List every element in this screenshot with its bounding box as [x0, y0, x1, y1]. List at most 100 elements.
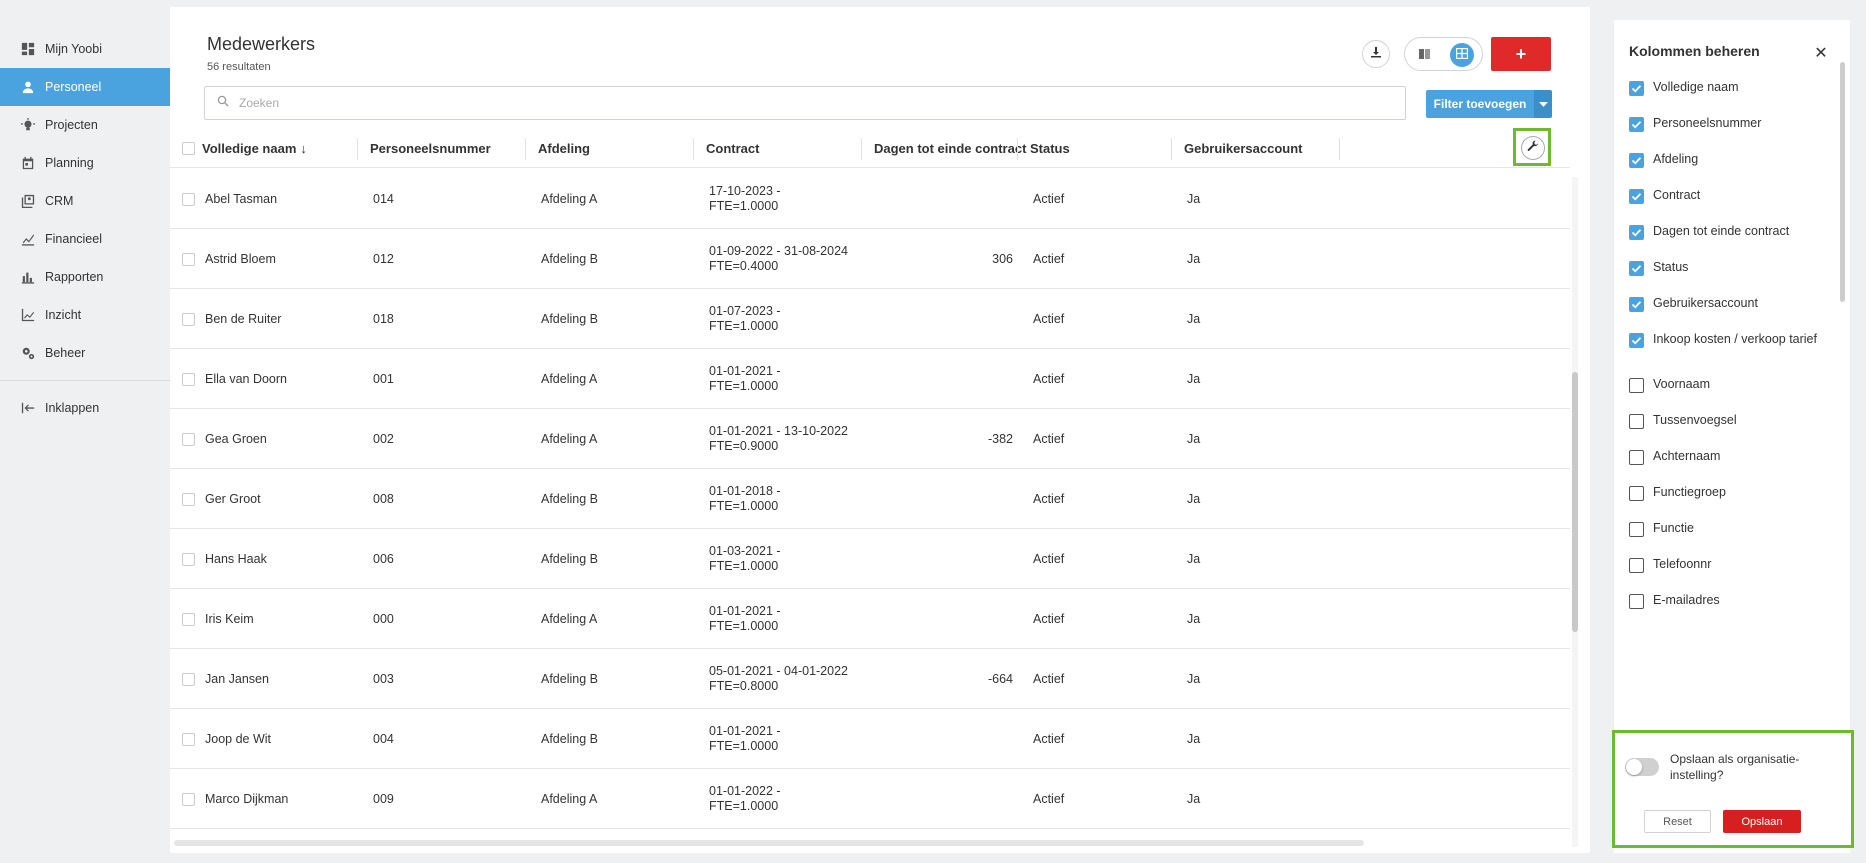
add-filter-button[interactable]: Filter toevoegen: [1426, 90, 1534, 118]
row-checkbox[interactable]: [182, 229, 195, 289]
checkbox-checked-icon[interactable]: [1629, 189, 1644, 204]
table-row[interactable]: Jan Jansen 003 Afdeling B 05-01-2021 - 04-0…: [170, 649, 1570, 709]
column-header-contract[interactable]: Contract: [706, 128, 759, 168]
split-view-button[interactable]: [1413, 44, 1435, 66]
sidebar-item-beheer[interactable]: Beheer: [0, 334, 170, 372]
download-icon: [1370, 45, 1382, 63]
search-input[interactable]: [239, 96, 1339, 110]
sidebar-item-inzicht[interactable]: Inzicht: [0, 296, 170, 334]
column-divider[interactable]: [1339, 138, 1340, 160]
row-checkbox[interactable]: [182, 349, 195, 409]
column-option[interactable]: Gebruikersaccount: [1629, 296, 1829, 332]
table-row[interactable]: Ger Groot 008 Afdeling B 01-01-2018 - FTE=1.…: [170, 469, 1570, 529]
row-checkbox[interactable]: [182, 289, 195, 349]
horizontal-scrollbar[interactable]: [174, 840, 1364, 846]
column-option[interactable]: Volledige naam: [1629, 80, 1829, 116]
sidebar-item-planning[interactable]: Planning: [0, 144, 170, 182]
checkbox-unchecked-icon[interactable]: [1629, 486, 1644, 501]
column-header-user-account[interactable]: Gebruikersaccount: [1184, 128, 1303, 168]
vertical-scrollbar[interactable]: [1572, 177, 1578, 847]
column-option[interactable]: Afdeling: [1629, 152, 1829, 188]
table-row[interactable]: Ella van Doorn 001 Afdeling A 01-01-2021 -F…: [170, 349, 1570, 409]
select-all-checkbox[interactable]: [182, 128, 195, 168]
checkbox-unchecked-icon[interactable]: [1629, 414, 1644, 429]
table-row[interactable]: Abel Tasman 014 Afdeling A 17-10-2023 - FTE=…: [170, 169, 1570, 229]
cell-number: 006: [373, 552, 394, 566]
row-checkbox[interactable]: [182, 649, 195, 709]
column-option[interactable]: Telefoonnr: [1629, 557, 1829, 593]
calendar-icon: [20, 155, 36, 171]
column-divider[interactable]: [861, 138, 862, 160]
column-divider[interactable]: [1017, 138, 1018, 160]
checkbox-unchecked-icon[interactable]: [1629, 450, 1644, 465]
row-checkbox[interactable]: [182, 169, 195, 229]
checkbox-checked-icon[interactable]: [1629, 333, 1644, 348]
column-option[interactable]: E-mailadres: [1629, 593, 1829, 629]
sidebar-item-personeel[interactable]: Personeel: [0, 68, 170, 106]
column-divider[interactable]: [525, 138, 526, 160]
column-option[interactable]: Status: [1629, 260, 1829, 296]
table-row[interactable]: Astrid Bloem 012 Afdeling B 01-09-2022 - 31…: [170, 229, 1570, 289]
column-header-number[interactable]: Personeelsnummer: [370, 128, 491, 168]
checkbox-checked-icon[interactable]: [1629, 81, 1644, 96]
column-option[interactable]: Contract: [1629, 188, 1829, 224]
column-option[interactable]: Voornaam: [1629, 377, 1829, 413]
column-header-department[interactable]: Afdeling: [538, 128, 590, 168]
table-row[interactable]: Ben de Ruiter 018 Afdeling B 01-07-2023 - FT…: [170, 289, 1570, 349]
checkbox-unchecked-icon[interactable]: [1629, 522, 1644, 537]
column-header-name[interactable]: Volledige naam ↓: [202, 128, 307, 168]
line-chart-icon: [20, 307, 36, 323]
sidebar-item-crm[interactable]: CRM: [0, 182, 170, 220]
reset-button[interactable]: Reset: [1644, 810, 1711, 833]
column-option-label: Inkoop kosten / verkoop tarief: [1653, 332, 1817, 346]
row-checkbox[interactable]: [182, 469, 195, 529]
sidebar-item-mijn-yoobi[interactable]: Mijn Yoobi: [0, 30, 170, 68]
table-row[interactable]: Gea Groen 002 Afdeling A 01-01-2021 - 13-10…: [170, 409, 1570, 469]
row-checkbox[interactable]: [182, 529, 195, 589]
checkbox-unchecked-icon[interactable]: [1629, 558, 1644, 573]
table-row[interactable]: Marco Dijkman 009 Afdeling A 01-01-2022 - FT…: [170, 769, 1570, 829]
org-setting-toggle[interactable]: [1625, 758, 1659, 776]
checkbox-unchecked-icon[interactable]: [1629, 594, 1644, 609]
column-option[interactable]: Functie: [1629, 521, 1829, 557]
checkbox-checked-icon[interactable]: [1629, 261, 1644, 276]
sidebar-item-projecten[interactable]: Projecten: [0, 106, 170, 144]
row-checkbox[interactable]: [182, 409, 195, 469]
add-employee-button[interactable]: +: [1491, 37, 1551, 71]
row-checkbox[interactable]: [182, 769, 195, 829]
column-option[interactable]: Functiegroep: [1629, 485, 1829, 521]
row-checkbox[interactable]: [182, 709, 195, 769]
table-view-button[interactable]: [1450, 43, 1474, 67]
column-option[interactable]: Tussenvoegsel: [1629, 413, 1829, 449]
column-header-days-left[interactable]: Dagen tot einde contract: [874, 128, 1026, 168]
download-button[interactable]: [1362, 40, 1390, 68]
column-option[interactable]: Achternaam: [1629, 449, 1829, 485]
column-header-status[interactable]: Status: [1030, 128, 1070, 168]
sidebar-item-rapporten[interactable]: Rapporten: [0, 258, 170, 296]
column-option[interactable]: Inkoop kosten / verkoop tarief: [1629, 332, 1829, 377]
filter-dropdown-button[interactable]: [1534, 90, 1552, 118]
column-option[interactable]: Dagen tot einde contract: [1629, 224, 1829, 260]
sidebar-item-financieel[interactable]: Financieel: [0, 220, 170, 258]
column-option-label: Functiegroep: [1653, 485, 1726, 499]
table-row[interactable]: Iris Keim 000 Afdeling A 01-01-2021 - FTE=1.…: [170, 589, 1570, 649]
close-button[interactable]: ✕: [1810, 42, 1832, 64]
checkbox-checked-icon[interactable]: [1629, 117, 1644, 132]
column-divider[interactable]: [1171, 138, 1172, 160]
cell-status: Actief: [1033, 732, 1065, 746]
column-option[interactable]: Personeelsnummer: [1629, 116, 1829, 152]
sidebar-collapse[interactable]: Inklappen: [0, 389, 170, 427]
table-row[interactable]: Hans Haak 006 Afdeling B 01-03-2021 - FTE=1.…: [170, 529, 1570, 589]
scrollbar-thumb[interactable]: [1572, 372, 1578, 632]
save-button[interactable]: Opslaan: [1723, 810, 1801, 833]
checkbox-checked-icon[interactable]: [1629, 225, 1644, 240]
checkbox-unchecked-icon[interactable]: [1629, 378, 1644, 393]
column-divider[interactable]: [357, 138, 358, 160]
row-checkbox[interactable]: [182, 589, 195, 649]
column-divider[interactable]: [693, 138, 694, 160]
manage-columns-button[interactable]: [1521, 136, 1545, 160]
checkbox-checked-icon[interactable]: [1629, 297, 1644, 312]
table-row[interactable]: Joop de Wit 004 Afdeling B 01-01-2021 - FTE=…: [170, 709, 1570, 769]
checkbox-checked-icon[interactable]: [1629, 153, 1644, 168]
panel-scrollbar[interactable]: [1840, 62, 1845, 302]
